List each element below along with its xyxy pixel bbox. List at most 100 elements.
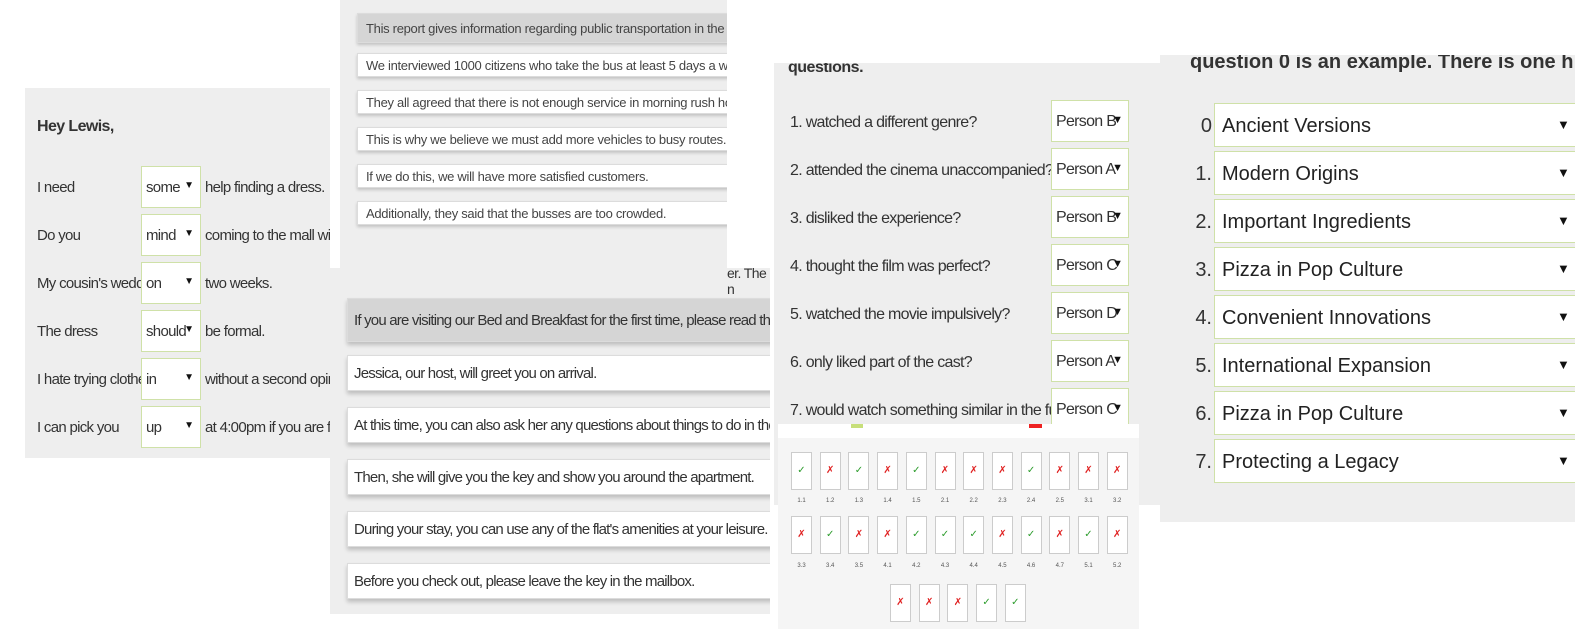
caret-down-icon: ▼ bbox=[1112, 402, 1123, 414]
caret-down-icon: ▼ bbox=[1557, 357, 1570, 372]
result-cell[interactable]: ✗ bbox=[934, 452, 956, 490]
heading-row: 5. International Expansion ▼ bbox=[1160, 343, 1575, 389]
quiz-question: 1. watched a different genre? bbox=[790, 114, 977, 131]
person-select[interactable]: Person C ▼ bbox=[1051, 244, 1129, 286]
result-cell[interactable]: ✗ bbox=[1106, 516, 1128, 554]
result-cell[interactable]: ✗ bbox=[1106, 452, 1128, 490]
heading-select-value: Pizza in Pop Culture bbox=[1222, 403, 1404, 425]
result-cell[interactable]: ✗ bbox=[819, 452, 841, 490]
word-select-value: some bbox=[146, 179, 181, 196]
heading-select[interactable]: Important Ingredients ▼ bbox=[1214, 199, 1575, 243]
heading-row: 7. Protecting a Legacy ▼ bbox=[1160, 439, 1575, 485]
draggable-sentence[interactable]: This is why we believe we must add more … bbox=[357, 127, 727, 151]
result-cell[interactable]: ✗ bbox=[963, 452, 985, 490]
word-select[interactable]: mind ▼ bbox=[141, 214, 201, 256]
result-cell[interactable]: ✗ bbox=[947, 584, 969, 622]
draggable-sentence[interactable]: If we do this, we will have more satisfi… bbox=[357, 164, 727, 188]
result-label: 3.3 bbox=[797, 563, 806, 569]
heading-select[interactable]: Modern Origins ▼ bbox=[1214, 151, 1575, 195]
draggable-sentence[interactable]: Then, she will give you the key and show… bbox=[347, 459, 770, 495]
sentence-text: This report gives information regarding … bbox=[366, 21, 727, 36]
person-select[interactable]: Person A ▼ bbox=[1051, 148, 1129, 190]
result-cell[interactable]: ✓ bbox=[934, 516, 956, 554]
headings-instruction: question 0 is an example. There is one h bbox=[1190, 55, 1574, 73]
heading-select-value: Ancient Versions bbox=[1222, 115, 1371, 137]
draggable-sentence[interactable]: Additionally, they said that the busses … bbox=[357, 201, 727, 225]
caret-down-icon: ▼ bbox=[1557, 309, 1570, 324]
result-cell[interactable]: ✗ bbox=[877, 452, 899, 490]
word-select[interactable]: some ▼ bbox=[141, 166, 201, 208]
heading-number: 4. bbox=[1195, 307, 1212, 329]
email-row-suffix: be formal. bbox=[205, 323, 265, 340]
email-row-suffix: at 4:00pm if you are free. bbox=[205, 419, 330, 436]
word-select[interactable]: up ▼ bbox=[141, 406, 201, 448]
email-row: The dress should ▼ be formal. bbox=[25, 310, 330, 354]
heading-select[interactable]: Convenient Innovations ▼ bbox=[1214, 295, 1575, 339]
email-row: I can pick you up ▼ at 4:00pm if you are fr… bbox=[25, 406, 330, 450]
result-cell[interactable]: ✓ bbox=[848, 452, 870, 490]
result-cell[interactable]: ✗ bbox=[1049, 516, 1071, 554]
heading-select[interactable]: Ancient Versions ▼ bbox=[1214, 103, 1575, 147]
word-select[interactable]: should ▼ bbox=[141, 310, 201, 352]
result-cell[interactable]: ✗ bbox=[991, 452, 1013, 490]
result-cell[interactable]: ✓ bbox=[905, 452, 927, 490]
word-select[interactable]: on ▼ bbox=[141, 262, 201, 304]
caret-down-icon: ▼ bbox=[1112, 162, 1123, 174]
quiz-question: 7. would watch something similar in the … bbox=[790, 402, 1090, 419]
word-select-value: mind bbox=[146, 227, 176, 244]
result-label: 3.5 bbox=[854, 563, 864, 569]
result-cell[interactable]: ✓ bbox=[1078, 516, 1099, 554]
person-select-value: Person C bbox=[1056, 401, 1118, 418]
result-cell[interactable]: ✓ bbox=[976, 584, 998, 622]
draggable-sentence[interactable]: At this time, you can also ask her any q… bbox=[347, 407, 770, 443]
result-cell[interactable]: ✗ bbox=[918, 584, 940, 622]
result-cell[interactable]: ✗ bbox=[1049, 452, 1071, 490]
heading-number: 2. bbox=[1195, 211, 1212, 233]
draggable-sentence[interactable]: Before you check out, please leave the k… bbox=[347, 563, 770, 599]
result-cell[interactable]: ✗ bbox=[791, 516, 812, 554]
result-cell[interactable]: ✓ bbox=[1020, 452, 1042, 490]
heading-row: 0 Ancient Versions ▼ bbox=[1160, 103, 1575, 149]
heading-select[interactable]: Protecting a Legacy ▼ bbox=[1214, 439, 1575, 483]
result-label: 1.2 bbox=[826, 498, 835, 504]
email-row-prefix: I can pick you bbox=[37, 419, 120, 436]
person-select[interactable]: Person D ▼ bbox=[1051, 292, 1129, 334]
word-select-value: on bbox=[146, 275, 162, 292]
result-cell[interactable]: ✗ bbox=[1078, 452, 1099, 490]
heading-number: 5. bbox=[1195, 355, 1212, 377]
caret-down-icon: ▼ bbox=[1557, 117, 1570, 132]
result-cell[interactable]: ✓ bbox=[791, 452, 812, 490]
heading-select[interactable]: International Expansion ▼ bbox=[1214, 343, 1575, 387]
result-cell[interactable]: ✗ bbox=[877, 516, 899, 554]
person-select[interactable]: Person A ▼ bbox=[1051, 340, 1129, 382]
draggable-sentence[interactable]: We interviewed 1000 citizens who take th… bbox=[357, 53, 727, 77]
person-select[interactable]: Person B ▼ bbox=[1051, 100, 1129, 142]
caret-down-icon: ▼ bbox=[1557, 261, 1570, 276]
result-cell[interactable]: ✓ bbox=[905, 516, 927, 554]
caret-down-icon: ▼ bbox=[184, 420, 194, 431]
result-label: 4.7 bbox=[1055, 563, 1064, 569]
heading-select[interactable]: Pizza in Pop Culture ▼ bbox=[1214, 247, 1575, 291]
email-panel: Hey Lewis, I need some ▼ help finding a dre… bbox=[25, 88, 330, 458]
result-label: 4.4 bbox=[969, 563, 978, 569]
result-cell[interactable]: ✗ bbox=[991, 516, 1013, 554]
result-label: 4.5 bbox=[998, 563, 1007, 569]
heading-select[interactable]: Pizza in Pop Culture ▼ bbox=[1214, 391, 1575, 435]
sentence-text: At this time, you can also ask her any q… bbox=[354, 417, 770, 434]
result-cell[interactable]: ✗ bbox=[890, 584, 911, 622]
result-cell[interactable]: ✓ bbox=[1020, 516, 1042, 554]
caret-down-icon: ▼ bbox=[184, 180, 194, 191]
result-cell[interactable]: ✓ bbox=[819, 516, 841, 554]
result-cell[interactable]: ✗ bbox=[848, 516, 870, 554]
word-select[interactable]: in ▼ bbox=[141, 358, 201, 400]
draggable-sentence[interactable]: Jessica, our host, will greet you on arr… bbox=[347, 355, 770, 391]
result-cell[interactable]: ✓ bbox=[1004, 584, 1026, 622]
result-label: 2.4 bbox=[1026, 498, 1036, 504]
draggable-sentence[interactable]: They all agreed that there is not enough… bbox=[357, 90, 727, 114]
results-grid-panel: ✓ 1.1 ✗ 1.2 ✓ 1.3 ✗ 1.4 ✓ 1.5 ✗ 2.1 ✗ 2.2 ✗ 2.3 ✓ 2.4 ✗ 2.5… bbox=[778, 424, 1139, 629]
caret-down-icon: ▼ bbox=[1557, 405, 1570, 420]
correct-marker bbox=[851, 424, 863, 428]
person-select[interactable]: Person B ▼ bbox=[1051, 196, 1129, 238]
draggable-sentence[interactable]: During your stay, you can use any of the… bbox=[347, 511, 770, 547]
result-cell[interactable]: ✓ bbox=[963, 516, 985, 554]
